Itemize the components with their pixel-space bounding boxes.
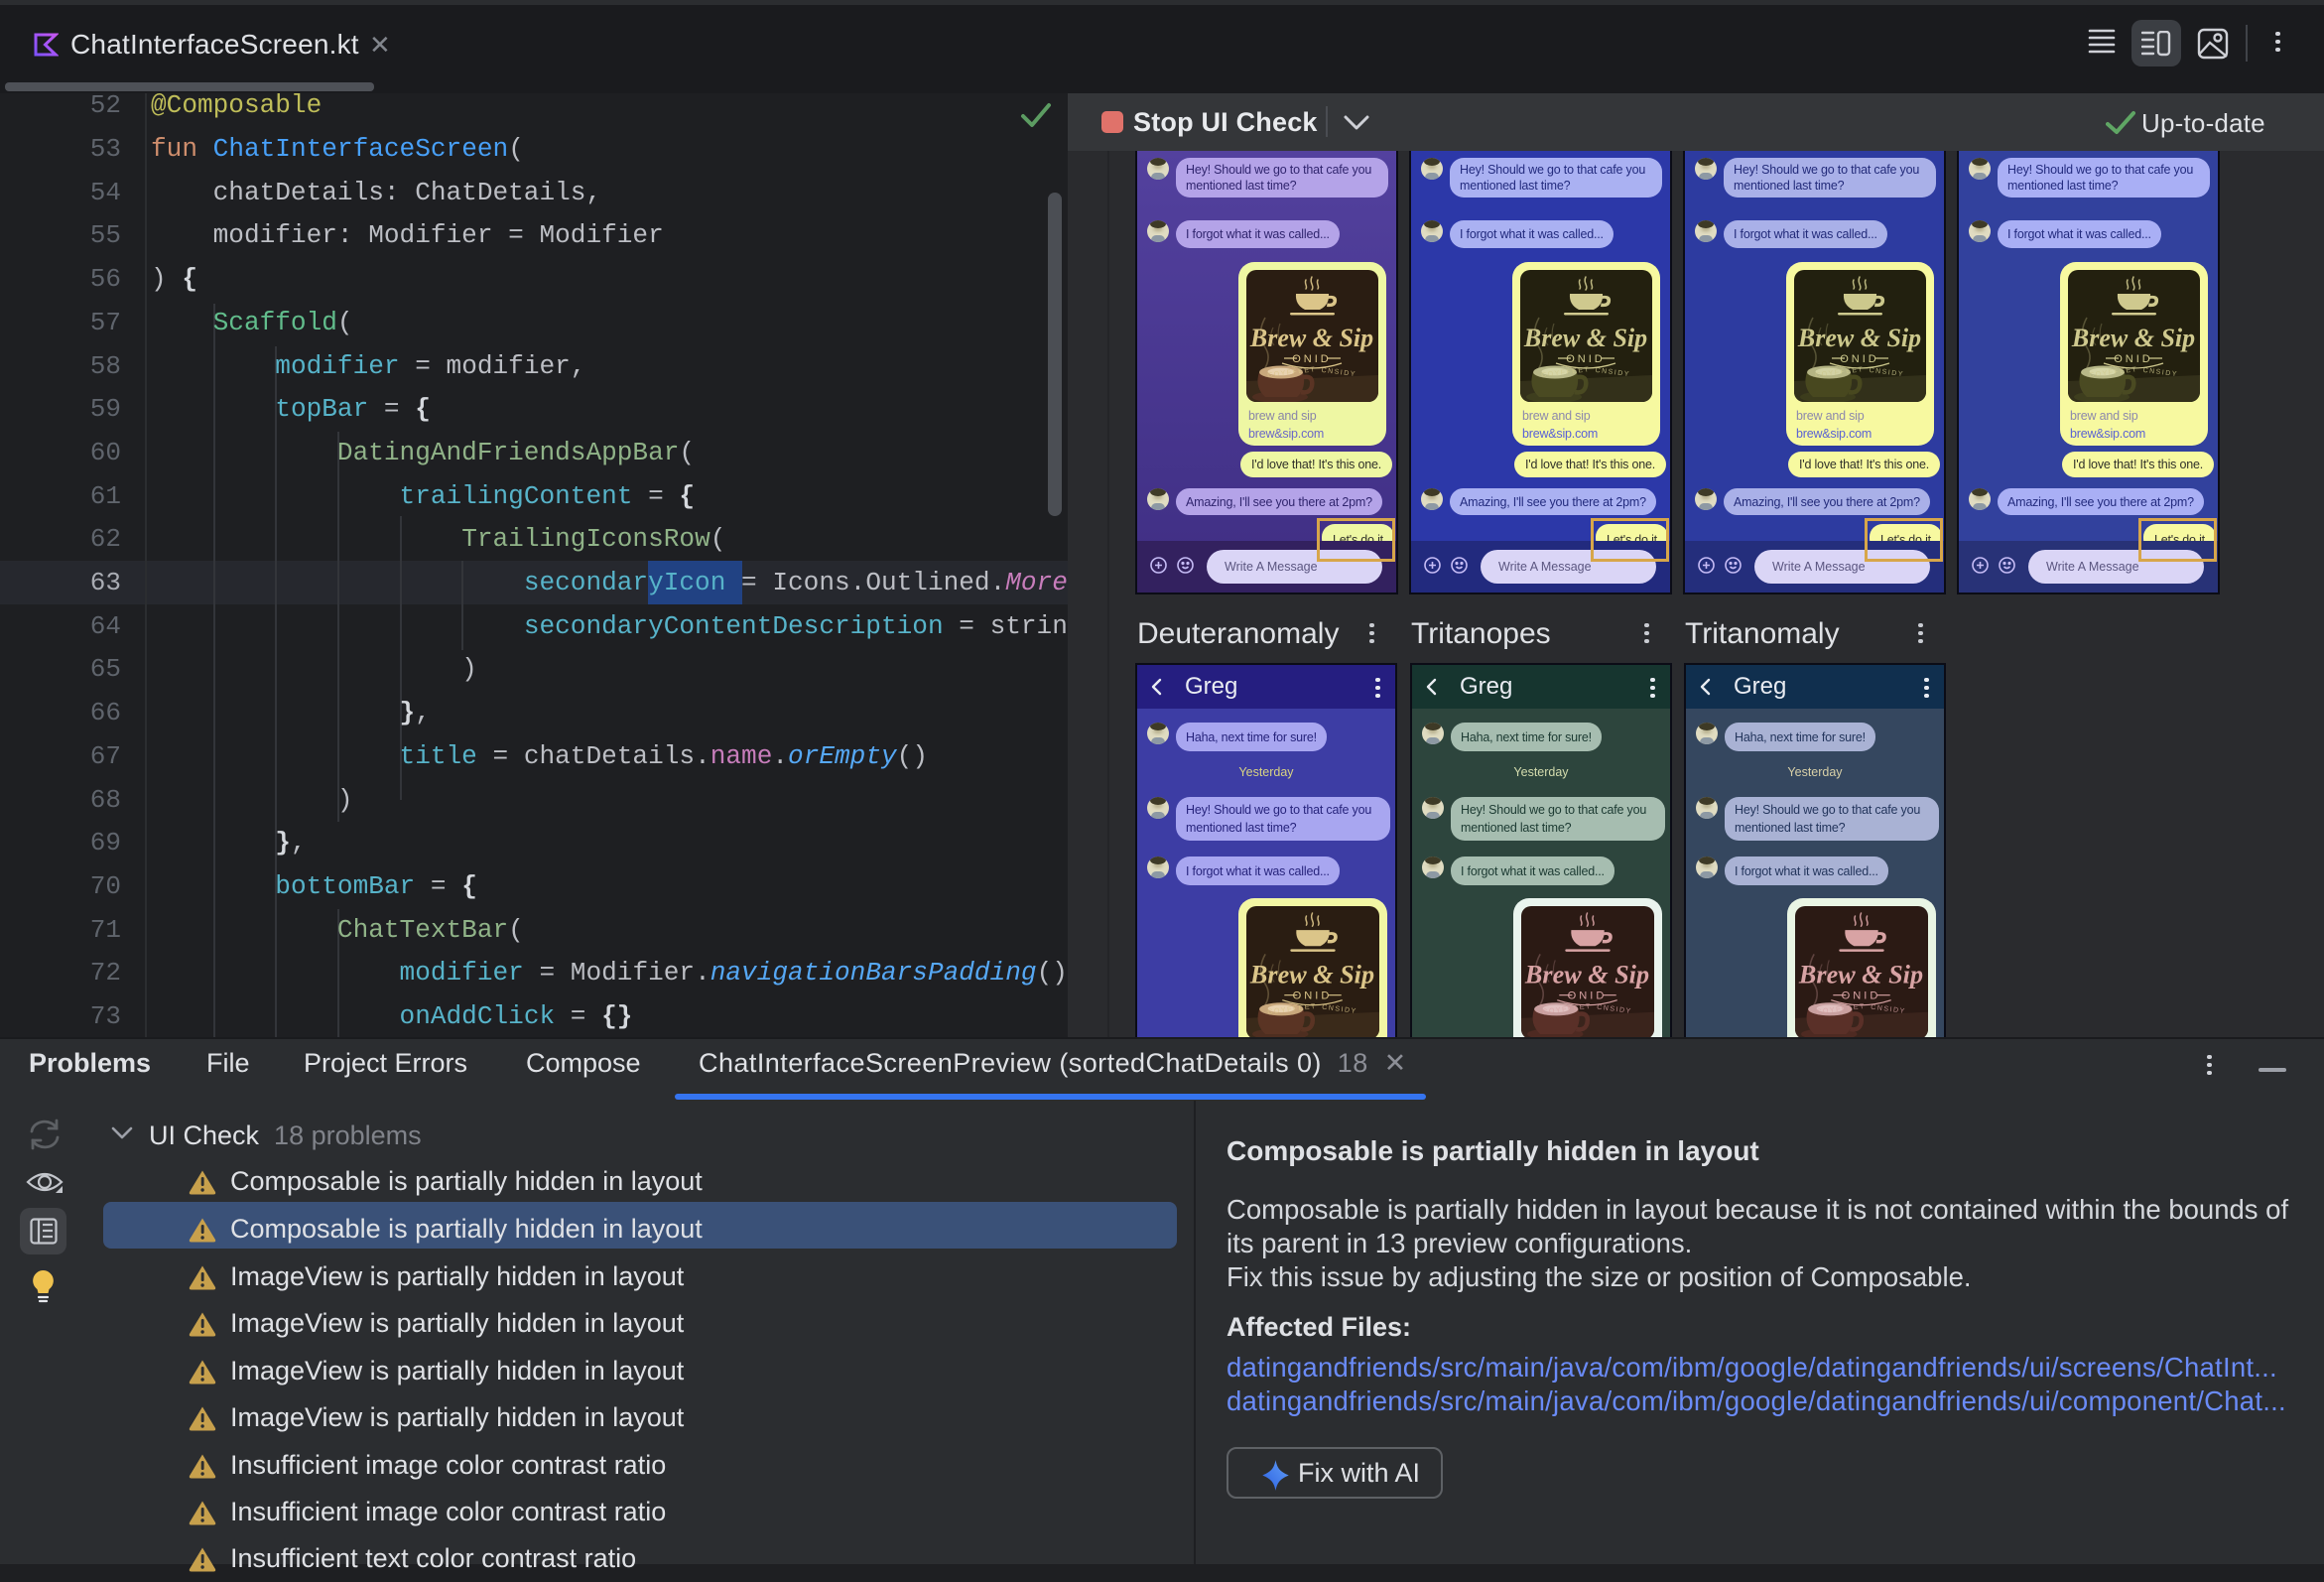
svg-text:ONID: ONID <box>1568 990 1608 1002</box>
svg-text:Brew & Sip: Brew & Sip <box>1523 324 1647 352</box>
svg-text:Brew & Sip: Brew & Sip <box>1797 324 1921 352</box>
svg-text:ONID: ONID <box>1566 353 1606 365</box>
svg-text:ONID: ONID <box>1292 353 1332 365</box>
svg-text:Brew & Sip: Brew & Sip <box>1798 961 1923 989</box>
svg-text:Brew & Sip: Brew & Sip <box>1249 324 1373 352</box>
svg-text:ONID: ONID <box>1840 353 1879 365</box>
svg-text:Brew & Sip: Brew & Sip <box>1524 961 1649 989</box>
svg-text:ONID: ONID <box>2114 353 2153 365</box>
svg-text:Brew & Sip: Brew & Sip <box>2071 324 2195 352</box>
svg-text:Brew & Sip: Brew & Sip <box>1249 961 1374 989</box>
svg-text:ONID: ONID <box>1293 990 1333 1002</box>
svg-text:ONID: ONID <box>1842 990 1881 1002</box>
